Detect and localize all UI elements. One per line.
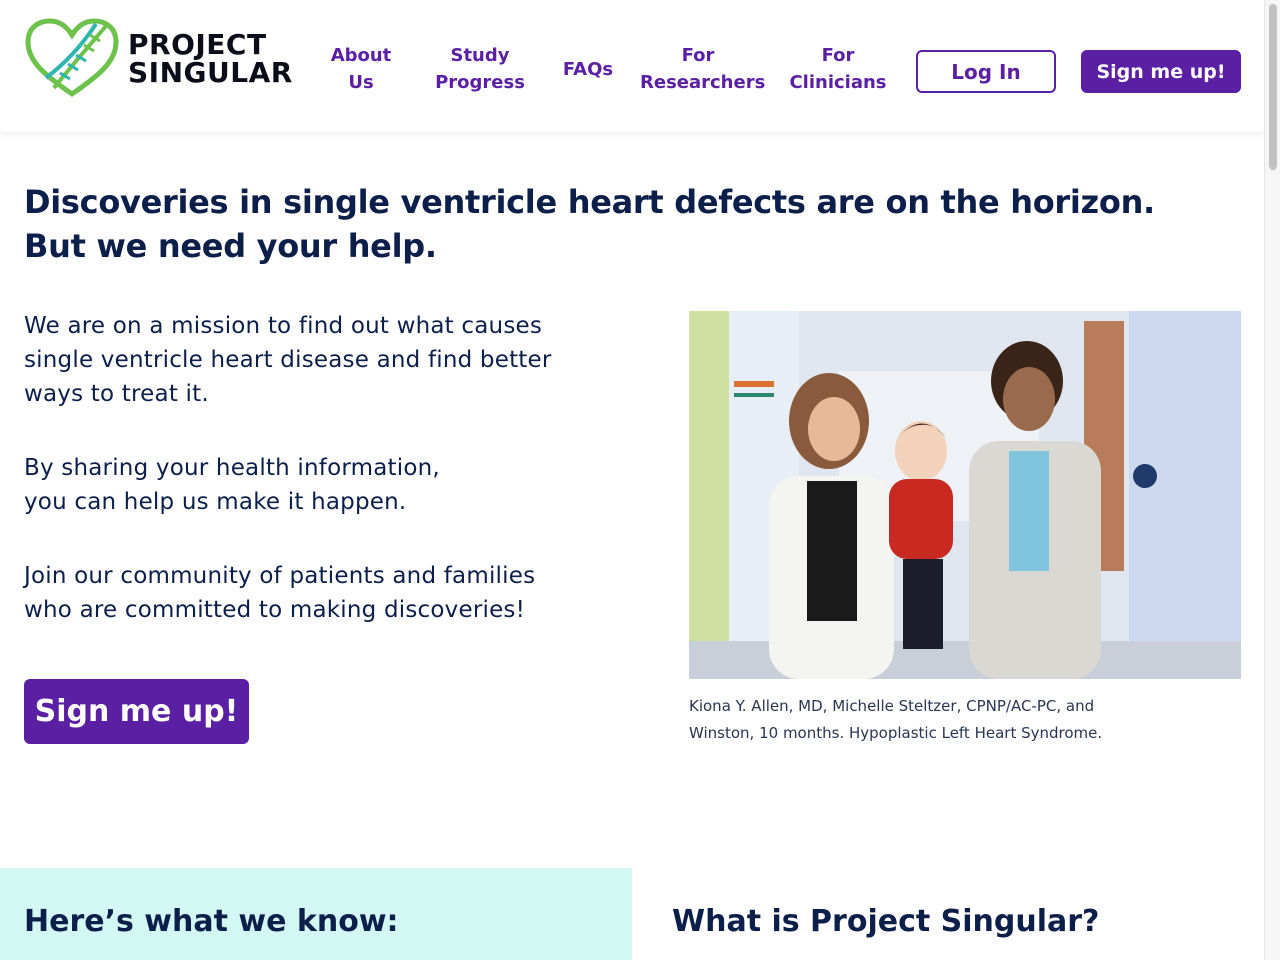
sharing-paragraph: By sharing your health information, you … bbox=[24, 451, 624, 519]
nav-faqs[interactable]: FAQs bbox=[556, 56, 620, 83]
nav-study-line2: Progress bbox=[435, 72, 525, 93]
site-logo[interactable]: PROJECT SINGULAR bbox=[24, 18, 294, 100]
nav-for-researchers[interactable]: For Researchers bbox=[640, 42, 766, 96]
photo-caption: Kiona Y. Allen, MD, Michelle Steltzer, C… bbox=[689, 693, 1129, 747]
mission-line1: We are on a mission to find out what cau… bbox=[24, 313, 543, 339]
nav-clinicians-line1: For bbox=[821, 45, 855, 66]
what-we-know-heading: Here’s what we know: bbox=[24, 904, 399, 939]
nav-researchers-line1: For bbox=[681, 45, 715, 66]
nav-for-clinicians[interactable]: For Clinicians bbox=[786, 42, 890, 96]
hero-signup-button[interactable]: Sign me up! bbox=[24, 679, 249, 744]
nav-researchers-line2: Researchers bbox=[640, 72, 766, 93]
headline-line1: Discoveries in single ventricle heart de… bbox=[24, 183, 1155, 221]
nav-about-us[interactable]: About Us bbox=[322, 42, 400, 96]
caption-line2: Winston, 10 months. Hypoplastic Left Hea… bbox=[689, 724, 1103, 742]
heart-dna-logo-icon bbox=[25, 18, 119, 98]
logo-line2: SINGULAR bbox=[128, 56, 293, 89]
nav-study-line1: Study bbox=[450, 45, 510, 66]
caption-line1: Kiona Y. Allen, MD, Michelle Steltzer, C… bbox=[689, 697, 1095, 715]
hero-photo bbox=[689, 311, 1241, 679]
sharing-line2: you can help us make it happen. bbox=[24, 489, 407, 515]
community-paragraph: Join our community of patients and famil… bbox=[24, 559, 624, 627]
logo-line1: PROJECT bbox=[128, 28, 267, 61]
nav-about-line1: About bbox=[330, 45, 392, 66]
login-button[interactable]: Log In bbox=[916, 50, 1056, 93]
logo-wordmark: PROJECT SINGULAR bbox=[128, 31, 293, 87]
headline-line2: But we need your help. bbox=[24, 227, 437, 265]
scrollbar-thumb[interactable] bbox=[1269, 4, 1277, 170]
community-line1: Join our community of patients and famil… bbox=[24, 563, 536, 589]
page-scrollbar[interactable] bbox=[1264, 0, 1280, 960]
mission-paragraph: We are on a mission to find out what cau… bbox=[24, 309, 624, 411]
nav-clinicians-line2: Clinicians bbox=[789, 72, 887, 93]
header-signup-button[interactable]: Sign me up! bbox=[1081, 50, 1241, 93]
nav-study-progress[interactable]: Study Progress bbox=[428, 42, 532, 96]
nav-faqs-label: FAQs bbox=[562, 59, 614, 80]
site-header: PROJECT SINGULAR About Us Study Progress… bbox=[0, 0, 1264, 132]
sharing-line1: By sharing your health information, bbox=[24, 455, 440, 481]
what-is-project-singular-heading: What is Project Singular? bbox=[672, 904, 1100, 939]
hero-headline: Discoveries in single ventricle heart de… bbox=[24, 180, 1224, 268]
mission-line2: single ventricle heart disease and find … bbox=[24, 347, 552, 373]
mission-line3: ways to treat it. bbox=[24, 381, 209, 407]
nav-about-line2: Us bbox=[348, 72, 374, 93]
community-line2: who are committed to making discoveries! bbox=[24, 597, 526, 623]
